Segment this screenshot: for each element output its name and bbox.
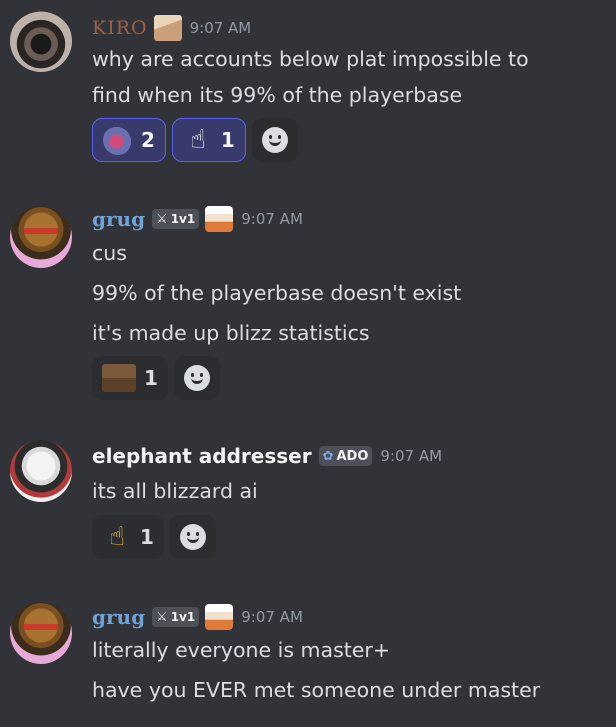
reaction-count: 2 xyxy=(141,128,155,152)
character-badge-icon xyxy=(205,604,234,630)
smiley-icon xyxy=(179,524,206,550)
message-line: 99% of the playerbase doesn't exist xyxy=(92,281,462,305)
username-grug[interactable]: grug xyxy=(92,605,145,629)
username-kiro[interactable]: KIRO xyxy=(92,17,148,39)
timestamp[interactable]: 9:07 AM xyxy=(241,210,303,228)
sword-icon: ⚔ xyxy=(156,211,168,227)
avatar-grug[interactable] xyxy=(10,602,72,664)
message-line: find when its 99% of the playerbase xyxy=(92,83,463,107)
flower-icon: ✿ xyxy=(322,448,334,464)
tag-label: 1v1 xyxy=(170,610,196,624)
add-reaction-button[interactable] xyxy=(169,515,216,559)
message-line: it's made up blizz statistics xyxy=(92,321,370,345)
pointing-up-hand-icon: ☝ xyxy=(109,522,125,552)
reaction-count: 1 xyxy=(220,128,235,152)
username-elephant-addresser[interactable]: elephant addresser xyxy=(92,444,312,468)
reaction-count: 1 xyxy=(140,525,154,549)
message-header: elephant addresser ✿ ADO 9:07 AM xyxy=(92,444,442,468)
smiley-icon xyxy=(183,365,210,391)
add-reaction-button[interactable] xyxy=(251,118,298,162)
timestamp[interactable]: 9:07 AM xyxy=(241,608,303,626)
reactions-bar: ☝ 1 xyxy=(92,515,216,559)
reaction-pointing-hand[interactable]: ☝ 1 xyxy=(171,118,246,162)
reactions-bar: 1 xyxy=(92,356,220,400)
avatar-grug[interactable] xyxy=(10,206,72,268)
sword-icon: ⚔ xyxy=(156,609,168,625)
avatar-elephant-addresser[interactable] xyxy=(10,440,72,502)
message-line: literally everyone is master+ xyxy=(92,638,391,662)
message-line: its all blizzard ai xyxy=(92,479,258,503)
message-header: KIRO 9:07 AM xyxy=(92,15,251,41)
cat-badge-icon xyxy=(153,15,182,41)
reaction-otter[interactable]: 1 xyxy=(92,356,168,400)
timestamp[interactable]: 9:07 AM xyxy=(380,447,442,465)
message-line: why are accounts below plat impossible t… xyxy=(92,47,529,71)
message-line: have you EVER met someone under master xyxy=(92,678,541,702)
character-badge-icon xyxy=(205,206,234,232)
tag-label: ADO xyxy=(336,448,369,464)
pointing-up-hand-icon: ☝ xyxy=(190,125,206,155)
message-header: grug ⚔ 1v1 9:07 AM xyxy=(92,604,303,630)
server-tag[interactable]: ⚔ 1v1 xyxy=(152,209,200,229)
message-line: cus xyxy=(92,241,127,265)
reaction-pointing-hand[interactable]: ☝ 1 xyxy=(92,515,164,559)
tag-label: 1v1 xyxy=(170,212,196,226)
server-tag[interactable]: ✿ ADO xyxy=(318,446,373,466)
server-tag[interactable]: ⚔ 1v1 xyxy=(152,607,200,627)
reactions-bar: 2 ☝ 1 xyxy=(92,118,298,162)
blob-emoji-icon xyxy=(103,125,133,155)
add-reaction-button[interactable] xyxy=(173,356,220,400)
avatar-kiro[interactable] xyxy=(10,10,72,72)
reaction-blob[interactable]: 2 xyxy=(92,118,166,162)
otter-emoji-icon xyxy=(102,364,136,392)
message-header: grug ⚔ 1v1 9:07 AM xyxy=(92,206,303,232)
smiley-icon xyxy=(261,127,288,153)
username-grug[interactable]: grug xyxy=(92,207,145,231)
timestamp[interactable]: 9:07 AM xyxy=(190,19,252,37)
reaction-count: 1 xyxy=(144,366,158,390)
